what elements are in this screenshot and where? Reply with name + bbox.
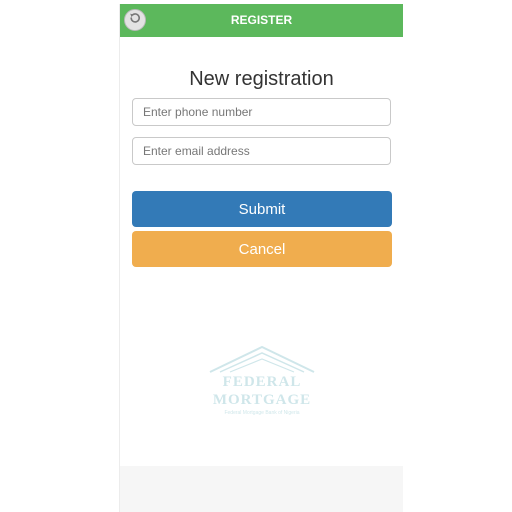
federal-mortgage-logo: FEDERAL MORTGAGE Federal Mortgage Bank o…	[200, 344, 324, 424]
app-header: REGISTER	[120, 4, 403, 37]
footer-bar	[120, 466, 403, 512]
logo-text-mortgage: MORTGAGE	[212, 392, 312, 408]
email-address-input[interactable]	[132, 137, 391, 165]
cancel-button[interactable]: Cancel	[132, 231, 392, 267]
logo-text-federal: FEDERAL	[222, 374, 302, 390]
header-title: REGISTER	[230, 13, 293, 27]
house-roof-icon	[209, 345, 315, 373]
back-button[interactable]	[124, 9, 146, 31]
undo-arrow-icon	[128, 11, 142, 30]
logo-subtitle: Federal Mortgage Bank of Nigeria	[224, 410, 300, 416]
submit-button[interactable]: Submit	[132, 191, 392, 227]
page-title: New registration	[189, 68, 334, 90]
app-screen: REGISTER New registration Submit Cancel …	[119, 4, 403, 512]
phone-number-input[interactable]	[132, 98, 391, 126]
